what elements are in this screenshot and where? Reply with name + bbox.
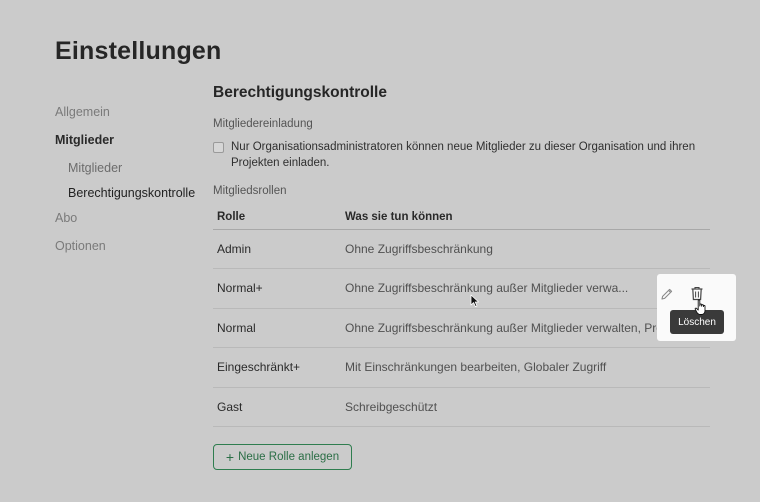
main-content: Berechtigungskontrolle Mitgliedereinladu… bbox=[213, 84, 710, 427]
invite-restriction-row: Nur Organisationsadministratoren können … bbox=[213, 139, 710, 171]
sidebar-item-optionen[interactable]: Optionen bbox=[55, 238, 205, 266]
table-row[interactable]: Admin Ohne Zugriffsbeschränkung bbox=[213, 229, 710, 269]
column-header-beschreibung: Was sie tun können bbox=[341, 205, 710, 230]
sidebar-subitem-berechtigungskontrolle[interactable]: Berechtigungskontrolle bbox=[68, 185, 205, 210]
invite-section-label: Mitgliedereinladung bbox=[213, 118, 313, 130]
column-header-rolle: Rolle bbox=[213, 205, 341, 230]
role-description: Mit Einschränkungen bearbeiten, Globaler… bbox=[341, 347, 710, 388]
role-name: Eingeschränkt+ bbox=[213, 347, 341, 388]
sidebar-item-abo[interactable]: Abo bbox=[55, 210, 205, 238]
roles-table: Rolle Was sie tun können Admin Ohne Zugr… bbox=[213, 205, 710, 427]
role-description: Ohne Zugriffsbeschränkung bbox=[341, 229, 710, 269]
invite-restriction-label[interactable]: Nur Organisationsadministratoren können … bbox=[231, 139, 701, 171]
sidebar-item-allgemein[interactable]: Allgemein bbox=[55, 104, 205, 132]
mouse-pointer-icon bbox=[470, 294, 479, 307]
hand-cursor-icon bbox=[694, 299, 706, 315]
section-title: Berechtigungskontrolle bbox=[213, 84, 387, 101]
role-description: Ohne Zugriffsbeschränkung außer Mitglied… bbox=[341, 308, 710, 348]
sidebar-subitem-mitglieder[interactable]: Mitglieder bbox=[68, 160, 205, 185]
table-row[interactable]: Gast Schreibgeschützt bbox=[213, 387, 710, 427]
sidebar-item-mitglieder[interactable]: Mitglieder bbox=[55, 132, 205, 160]
role-name: Normal bbox=[213, 308, 341, 348]
table-row[interactable]: Normal+ Ohne Zugriffsbeschränkung außer … bbox=[213, 268, 710, 309]
settings-sidebar: Allgemein Mitglieder Mitglieder Berechti… bbox=[55, 104, 205, 266]
role-name: Normal+ bbox=[213, 268, 341, 309]
table-row[interactable]: Normal Ohne Zugriffsbeschränkung außer M… bbox=[213, 308, 710, 348]
plus-icon: + bbox=[225, 449, 235, 465]
pencil-icon[interactable] bbox=[660, 287, 674, 301]
roles-section-label: Mitgliedsrollen bbox=[213, 185, 287, 197]
new-role-button-label: Neue Rolle anlegen bbox=[238, 451, 340, 463]
page-title: Einstellungen bbox=[55, 37, 222, 65]
table-row[interactable]: Eingeschränkt+ Mit Einschränkungen bearb… bbox=[213, 347, 710, 388]
roles-table-header: Rolle Was sie tun können bbox=[213, 205, 710, 230]
role-description: Ohne Zugriffsbeschränkung außer Mitglied… bbox=[341, 268, 710, 309]
role-name: Admin bbox=[213, 229, 341, 269]
role-name: Gast bbox=[213, 387, 341, 427]
invite-restriction-checkbox[interactable] bbox=[213, 142, 224, 153]
new-role-button[interactable]: + Neue Rolle anlegen bbox=[213, 444, 352, 470]
role-description: Schreibgeschützt bbox=[341, 387, 710, 427]
